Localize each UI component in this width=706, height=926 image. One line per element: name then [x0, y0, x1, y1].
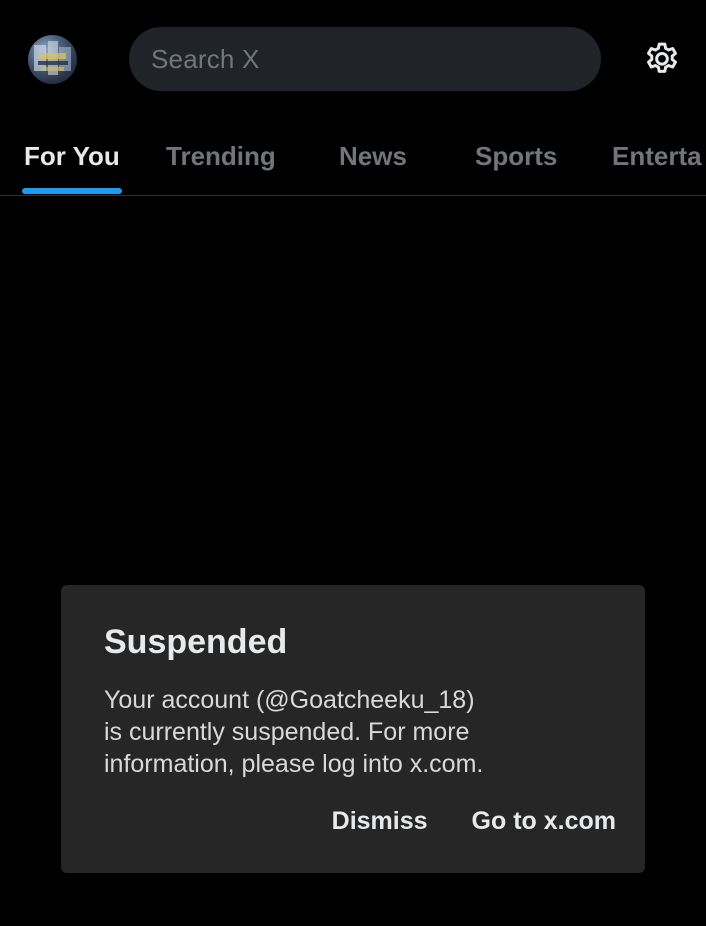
dialog-message-line: Your account (@Goatcheeku_18) — [104, 686, 475, 714]
tab-label: Trending — [166, 140, 276, 171]
profile-avatar[interactable] — [28, 35, 77, 84]
dialog-actions: Dismiss Go to x.com — [332, 807, 616, 836]
tab-label: Enterta — [612, 140, 702, 171]
tab-label: For You — [24, 140, 120, 171]
settings-button[interactable] — [640, 38, 684, 82]
tab-trending[interactable]: Trending — [166, 118, 276, 194]
active-tab-indicator — [22, 188, 122, 194]
gear-icon — [647, 42, 677, 73]
top-bar: Search X — [0, 0, 706, 118]
suspended-dialog: Suspended Your account (@Goatcheeku_18) … — [61, 585, 645, 873]
search-input[interactable]: Search X — [129, 27, 601, 91]
search-placeholder: Search X — [151, 43, 260, 74]
tab-for-you[interactable]: For You — [24, 118, 120, 194]
tab-label: Sports — [475, 140, 558, 171]
tab-label: News — [339, 140, 407, 171]
go-to-x-button[interactable]: Go to x.com — [472, 807, 616, 836]
explore-tabs: For You Trending News Sports Enterta — [0, 118, 706, 196]
dialog-message-line: is currently suspended. For more — [104, 718, 470, 746]
tab-news[interactable]: News — [339, 118, 407, 194]
dialog-message: Your account (@Goatcheeku_18) is current… — [104, 684, 574, 780]
avatar-image — [34, 41, 71, 75]
dismiss-button[interactable]: Dismiss — [332, 807, 428, 836]
tab-sports[interactable]: Sports — [475, 118, 557, 194]
dialog-message-line: information, please log into x.com. — [104, 750, 484, 778]
tab-entertainment[interactable]: Enterta — [612, 118, 702, 194]
dialog-title: Suspended — [104, 623, 288, 661]
